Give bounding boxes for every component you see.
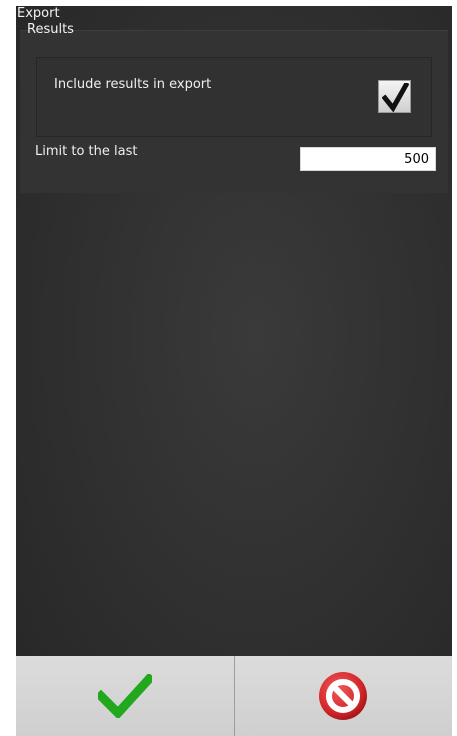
action-bar (16, 656, 452, 736)
check-icon (382, 83, 409, 112)
ok-button[interactable] (16, 656, 235, 736)
results-group: Results Include results in export Limit … (20, 23, 448, 193)
green-check-icon (97, 674, 152, 718)
include-results-option[interactable]: Include results in export (36, 57, 432, 137)
limit-input[interactable] (300, 147, 436, 171)
include-results-label: Include results in export (54, 77, 212, 92)
red-cancel-icon (319, 672, 368, 720)
limit-label: Limit to the last (35, 144, 138, 159)
include-results-checkbox[interactable] (378, 80, 411, 113)
window-title: Export (17, 6, 60, 21)
cancel-button[interactable] (234, 656, 452, 736)
results-group-label: Results (27, 22, 74, 37)
export-window: Export Results Include results in export… (16, 6, 452, 736)
